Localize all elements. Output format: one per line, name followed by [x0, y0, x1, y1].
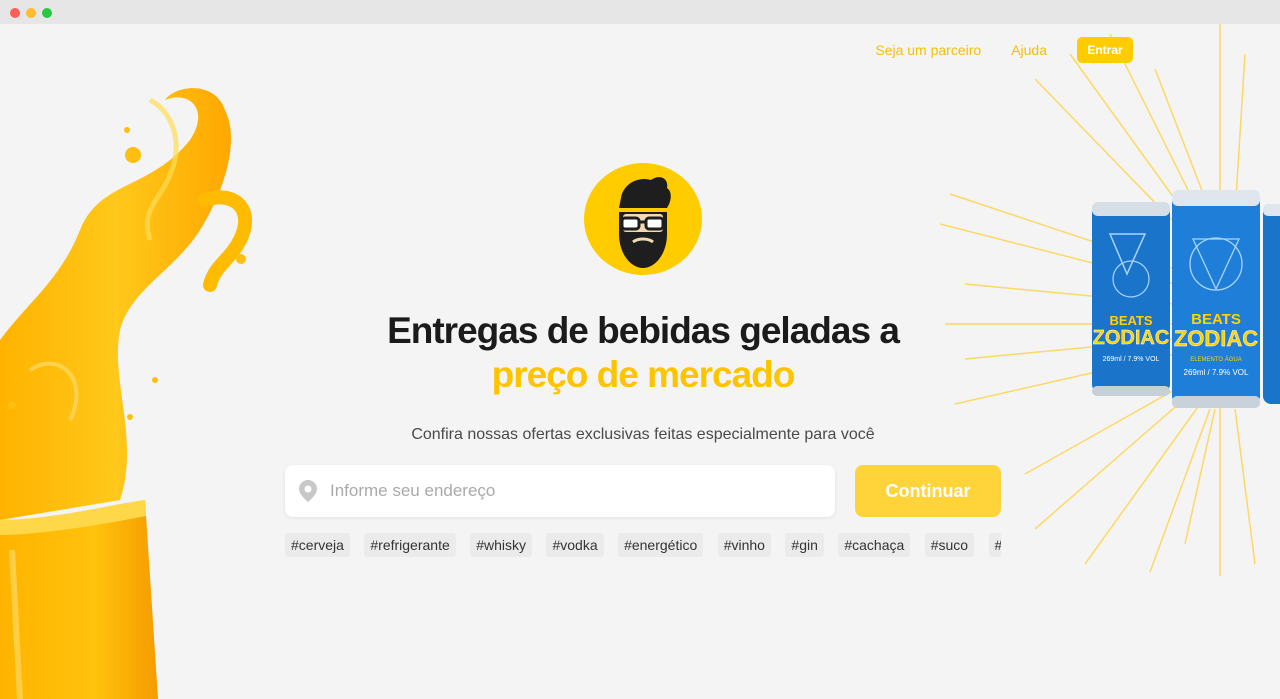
hero-subtitle: Confira nossas ofertas exclusivas feitas… — [411, 426, 875, 443]
can-brand-main: ZODIAC — [1174, 326, 1258, 351]
partner-link[interactable]: Seja um parceiro — [875, 42, 981, 58]
can-volume: 269ml / 7.9% VOL — [1103, 356, 1160, 363]
window-close-button[interactable] — [10, 8, 20, 18]
can-brand-top: BEATS — [1109, 313, 1152, 328]
tag-vinho[interactable]: #vinho — [717, 533, 771, 557]
address-search-box[interactable] — [285, 465, 835, 517]
bearded-man-logo-icon[interactable] — [583, 162, 703, 276]
headline-line-1: Entregas de bebidas geladas a — [387, 310, 900, 351]
address-input[interactable] — [330, 481, 810, 501]
hero-headline: Entregas de bebidas geladas a preço de m… — [340, 309, 946, 397]
login-button[interactable]: Entrar — [1077, 37, 1133, 63]
top-nav: Seja um parceiro Ajuda Entrar — [875, 37, 1133, 63]
can-flavor: ELEMENTO ÁGUA — [1190, 356, 1242, 363]
tag-suco[interactable]: #suco — [924, 533, 975, 557]
continue-button[interactable]: Continuar — [855, 465, 1001, 517]
juice-splash-illustration — [0, 88, 252, 699]
window-minimize-button[interactable] — [26, 8, 36, 18]
category-tags: #cerveja #refrigerante #whisky #vodka #e… — [285, 533, 1001, 557]
tag-agua[interactable]: #água — [988, 533, 1001, 557]
tag-cachaca[interactable]: #cachaça — [838, 533, 911, 557]
window-maximize-button[interactable] — [42, 8, 52, 18]
headline-line-2: preço de mercado — [491, 354, 796, 395]
can-volume: 269ml / 7.9% VOL — [1184, 368, 1249, 377]
tag-cerveja[interactable]: #cerveja — [285, 533, 350, 557]
tag-vodka[interactable]: #vodka — [546, 533, 604, 557]
location-pin-icon — [299, 480, 317, 502]
tag-energetico[interactable]: #energético — [618, 533, 704, 557]
help-link[interactable]: Ajuda — [1011, 42, 1047, 58]
tag-gin[interactable]: #gin — [785, 533, 824, 557]
can-brand-main: ZODIAC — [1093, 327, 1170, 349]
tag-whisky[interactable]: #whisky — [470, 533, 533, 557]
tag-refrigerante[interactable]: #refrigerante — [364, 533, 456, 557]
window-titlebar — [0, 0, 1280, 24]
